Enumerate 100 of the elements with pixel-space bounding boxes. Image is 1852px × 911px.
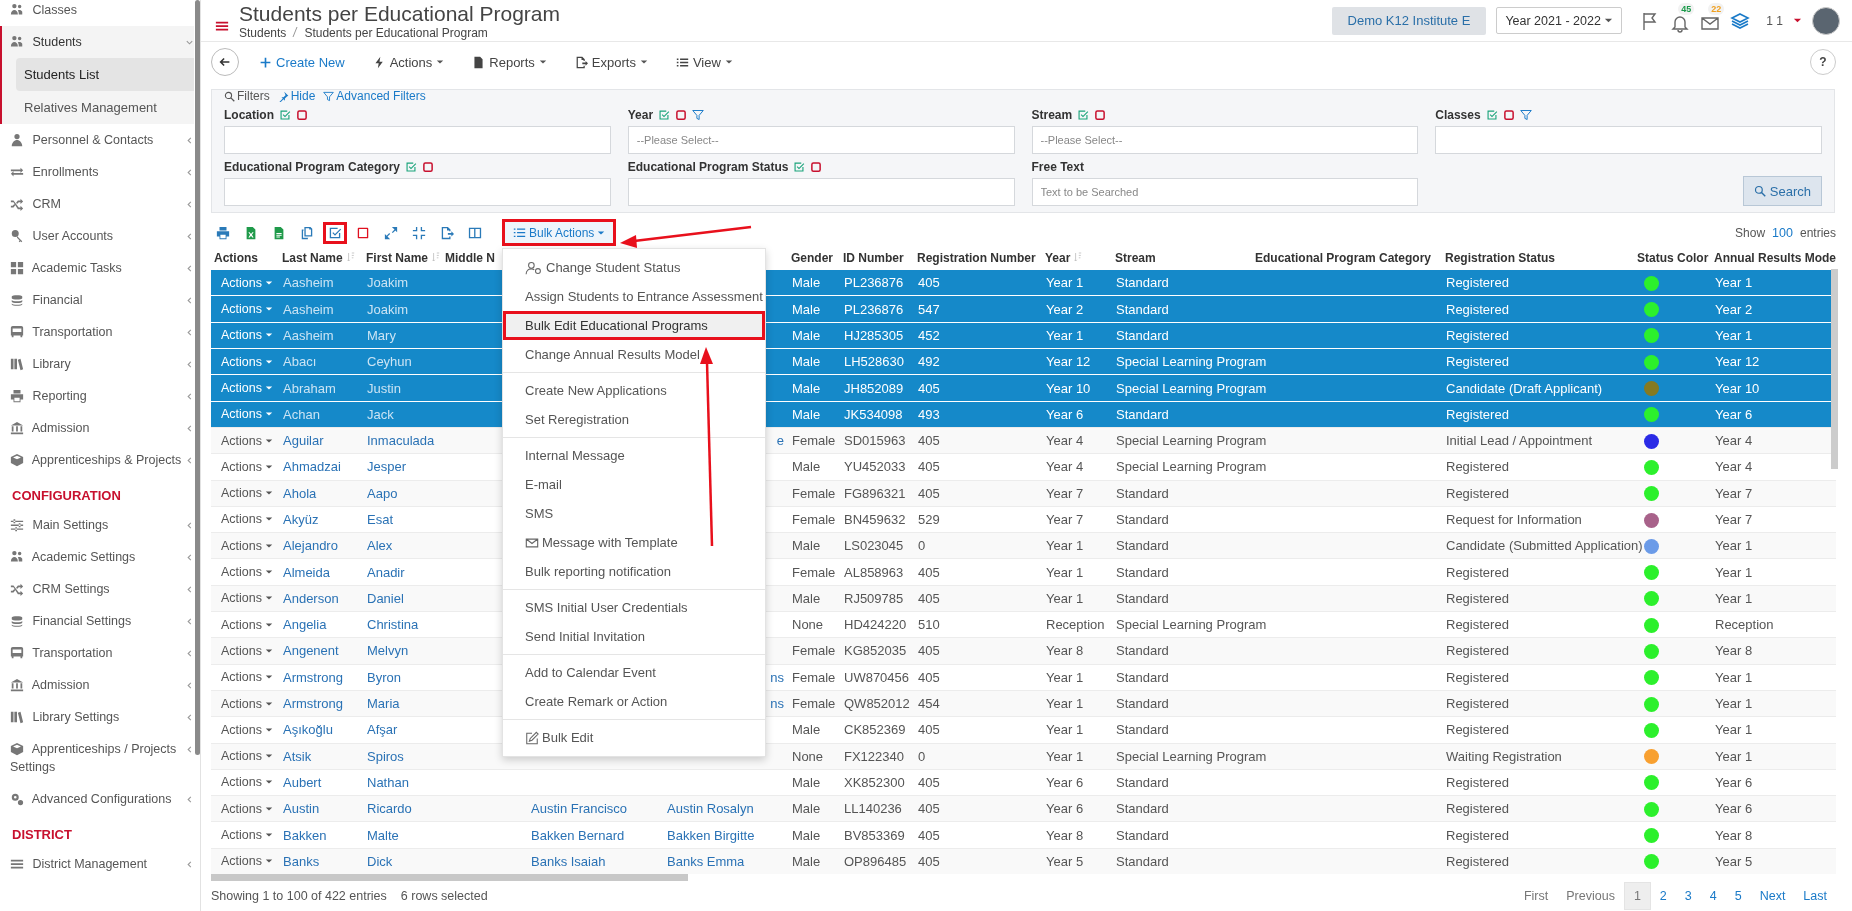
sidebar-subitem[interactable]: Students List (16, 58, 194, 91)
breadcrumb-item[interactable]: Students (239, 25, 287, 40)
menu-item[interactable]: Bulk reporting notification (503, 557, 765, 587)
column-header[interactable]: ID Number (843, 250, 904, 265)
menu-item[interactable]: Change Student Status (503, 253, 765, 283)
bulk-actions-dropdown[interactable]: Bulk Actions (502, 219, 617, 247)
table-cell-link[interactable]: Bakken Birgitte (667, 827, 755, 843)
square-icon[interactable] (1502, 109, 1515, 122)
page-button[interactable]: 4 (1700, 883, 1726, 909)
page-button[interactable]: 5 (1725, 883, 1751, 909)
sidebar-item[interactable]: Enrollments (0, 156, 194, 188)
column-header[interactable]: Annual Results Mode (1714, 250, 1836, 265)
menu-item[interactable]: Bulk Edit (503, 723, 765, 753)
previous-page-button[interactable]: Previous (1557, 883, 1624, 909)
last-name-link[interactable]: Akyüz (283, 512, 319, 527)
table-cell-link[interactable]: ns (770, 696, 784, 712)
menu-item[interactable]: SMS Initial User Credentials (503, 593, 765, 623)
sidebar-item[interactable]: Financial Settings (0, 605, 194, 637)
toolbar-dropdown[interactable]: Exports (566, 54, 656, 70)
advanced-filters-link[interactable]: Advanced Filters (323, 89, 426, 104)
menu-item[interactable]: E-mail (503, 470, 765, 500)
menu-item[interactable]: Internal Message (503, 441, 765, 471)
row-selection-cell[interactable]: Actions (211, 690, 279, 717)
table-cell-link[interactable]: ns (770, 669, 784, 685)
row-selection-cell[interactable]: Actions (211, 532, 279, 559)
last-name-link[interactable]: Angelia (283, 617, 327, 633)
actions-dropdown[interactable]: Actions (215, 302, 273, 317)
first-name-link[interactable]: Malte (367, 827, 399, 843)
last-name-link[interactable]: Almeida (283, 564, 330, 580)
year-dropdown[interactable]: Year 2021 - 2022 (1496, 7, 1623, 35)
filter-field[interactable] (627, 178, 1015, 207)
menu-item[interactable]: Set Reregistration (503, 405, 765, 435)
search-field[interactable]: Text to be Searched (1031, 178, 1419, 207)
scrollbar[interactable] (211, 874, 688, 881)
sidebar-item[interactable]: Apprenticeships & Projects (0, 444, 194, 476)
menu-item[interactable]: Assign Students to Entrance Assessment (503, 282, 765, 312)
sidebar-item[interactable]: Transportation (0, 637, 194, 669)
last-name-link[interactable]: Aşıkoğlu (283, 722, 333, 738)
first-name-link[interactable]: Afşar (367, 722, 398, 738)
sidebar-item[interactable]: Main Settings (0, 509, 194, 541)
page-button[interactable]: 1 (1623, 882, 1651, 910)
actions-dropdown[interactable]: Actions (215, 643, 273, 658)
actions-dropdown[interactable]: Actions (215, 722, 273, 737)
last-name-link[interactable]: Ahmadzai (283, 459, 341, 475)
first-page-button[interactable]: First (1514, 883, 1558, 909)
first-name-link[interactable]: Christina (367, 617, 419, 633)
hide-link[interactable]: Hide (277, 89, 316, 104)
table-cell-link[interactable]: Bakken Bernard (531, 827, 625, 843)
column-header[interactable]: First Name (366, 250, 441, 265)
menu-item[interactable]: SMS (503, 499, 765, 529)
filter-field[interactable]: --Please Select-- (1031, 126, 1419, 155)
toolbar-dropdown[interactable]: View (667, 54, 741, 70)
actions-dropdown[interactable]: Actions (215, 275, 273, 290)
search-button[interactable]: Search (1742, 176, 1822, 207)
column-header[interactable]: Actions (214, 250, 258, 265)
actions-dropdown[interactable]: Actions (215, 749, 273, 764)
square-icon[interactable] (296, 109, 308, 122)
row-selection-cell[interactable]: Actions (211, 374, 279, 402)
actions-dropdown[interactable]: Actions (215, 565, 273, 580)
column-header[interactable]: Year (1045, 250, 1083, 265)
sidebar-item[interactable]: Admission (0, 669, 194, 701)
sidebar-item[interactable]: Students (0, 26, 194, 58)
column-header[interactable]: Gender (791, 250, 833, 265)
column-header[interactable]: Status Color (1637, 250, 1709, 265)
sidebar-item[interactable]: CRM (0, 188, 194, 220)
actions-dropdown[interactable]: Actions (215, 696, 273, 711)
actions-dropdown[interactable]: Actions (215, 828, 273, 843)
avatar[interactable] (1812, 6, 1840, 35)
actions-dropdown[interactable]: Actions (215, 591, 273, 606)
filter-field[interactable] (224, 178, 611, 207)
create-new-button[interactable]: Create New (251, 54, 353, 70)
filter-field[interactable] (224, 126, 611, 155)
row-selection-cell[interactable]: Actions (211, 848, 279, 874)
sidebar-item[interactable]: District Management (0, 848, 194, 880)
filter-icon[interactable] (692, 109, 705, 122)
sidebar-subitem[interactable]: Relatives Management (2, 91, 194, 124)
sidebar-item[interactable]: Transportation (0, 316, 194, 348)
sidebar-item[interactable]: Apprenticeships / Projects Settings (0, 733, 194, 783)
actions-dropdown[interactable]: Actions (215, 801, 273, 816)
row-selection-cell[interactable]: Actions (211, 795, 279, 822)
next-page-button[interactable]: Next (1750, 883, 1795, 909)
scrollbar[interactable] (1831, 269, 1838, 470)
sidebar-item[interactable]: CRM Settings (0, 573, 194, 605)
row-selection-cell[interactable]: Actions (211, 295, 279, 323)
actions-dropdown[interactable]: Actions (215, 854, 273, 869)
menu-item[interactable]: Create Remark or Action (503, 687, 765, 717)
column-header[interactable]: Registration Status (1445, 250, 1555, 265)
first-name-link[interactable]: Jesper (367, 459, 407, 475)
layers-icon[interactable] (1730, 10, 1751, 31)
column-header[interactable]: Educational Program Category (1255, 250, 1432, 265)
column-header[interactable]: Middle N (445, 250, 495, 265)
actions-dropdown[interactable]: Actions (215, 670, 273, 685)
column-header[interactable]: Last Name (282, 250, 355, 265)
filter-icon[interactable] (1519, 109, 1532, 122)
scrollbar[interactable] (195, 0, 200, 755)
page-button[interactable]: 2 (1650, 883, 1676, 909)
toolbar-dropdown[interactable]: Actions (364, 54, 453, 70)
sidebar-item[interactable]: Reporting (0, 380, 194, 412)
sidebar-item[interactable]: Personnel & Contacts (0, 124, 194, 156)
actions-dropdown[interactable]: Actions (215, 407, 273, 422)
